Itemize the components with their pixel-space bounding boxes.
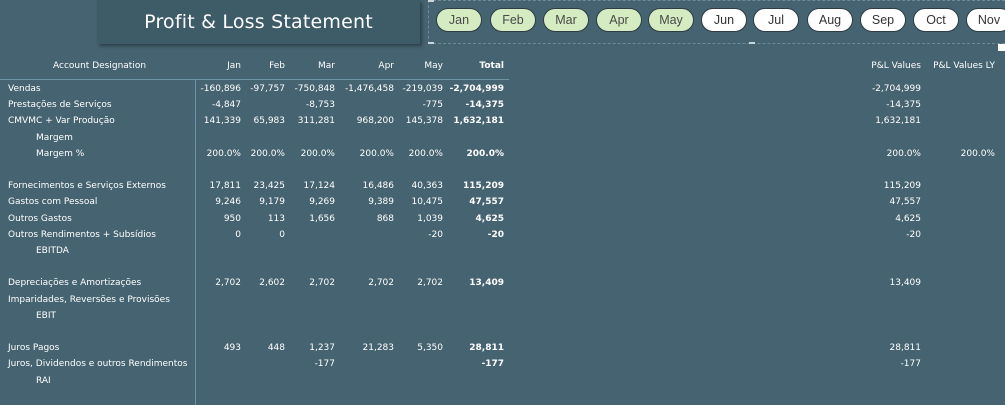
row-label: EBIT [36,311,57,321]
matrix-cell: -775 [422,100,443,110]
column-header-mar[interactable]: Mar [275,61,335,72]
pl-value-cell: 47,557 [889,197,922,207]
matrix-cell: 17,124 [303,181,336,191]
pl-column-header[interactable]: P&L Values [841,61,921,72]
pl-value-cell: -2,704,999 [871,84,921,94]
matrix-cell: 2,702 [309,278,335,288]
matrix-cell: 0 [279,230,285,240]
month-slicer-may[interactable]: May [648,8,694,32]
matrix-cell: 200.0% [408,149,443,159]
pl-value-cell: -20 [906,230,921,240]
matrix-cell: -4,847 [211,100,241,110]
row-label: Margem % [36,149,85,159]
month-slicer-nov[interactable]: Nov [966,8,1005,32]
month-slicer-feb[interactable]: Feb [490,8,536,32]
pl-value-cell: -14,375 [886,100,921,110]
pl-value-cell: 200.0% [886,149,921,159]
matrix-total-cell: 115,209 [463,181,504,191]
matrix-total-cell: 4,625 [475,214,504,224]
matrix-total-cell: 13,409 [469,278,504,288]
pl-value-cell: 4,625 [895,214,921,224]
row-label: Fornecimentos e Serviços Externos [8,181,166,191]
row-label: Outros Gastos [8,214,72,224]
matrix-cell: 1,237 [309,343,335,353]
column-header-may[interactable]: May [383,61,443,72]
matrix-total-cell: -177 [481,359,504,369]
matrix-cell: 2,702 [417,278,443,288]
slicer-corner [428,0,434,2]
pl-value-cell: 28,811 [889,343,922,353]
matrix-cell: 200.0% [300,149,335,159]
matrix-row-header-divider [195,79,196,405]
matrix-cell: 1,039 [417,214,443,224]
month-slicer-jun[interactable]: Jun [701,8,747,32]
month-slicer-jul[interactable]: Jul [753,8,799,32]
matrix-total-cell: 200.0% [466,149,505,159]
row-label: CMVMC + Var Produção [8,116,115,126]
matrix-cell: 145,378 [405,116,443,126]
resize-handle[interactable] [998,44,1005,51]
matrix-cell: -750,848 [294,84,335,94]
matrix-cell: -8,753 [305,100,335,110]
matrix-cell: -177 [314,359,335,369]
pl-value-cell: 200.0% [960,149,995,159]
row-label: Juros, Dividendos e outros Rendimentos [8,359,188,369]
matrix-header-divider [0,79,509,80]
row-label: Vendas [8,84,41,94]
matrix-cell: -219,039 [402,84,443,94]
report-title-banner: Profit & Loss Statement [97,0,420,44]
matrix-total-cell: -14,375 [465,100,504,110]
matrix-total-cell: -2,704,999 [449,84,504,94]
pl-value-cell: -177 [900,359,921,369]
matrix-total-cell: 1,632,181 [453,116,504,126]
column-header-total[interactable]: Total [444,61,504,72]
row-label: Outros Rendimentos + Subsídios [8,230,156,240]
pl-column-header[interactable]: P&L Values LY [915,61,995,72]
pl-value-cell: 115,209 [883,181,921,191]
slicer-corner [749,42,755,44]
row-label: Depreciações e Amortizações [8,278,142,288]
matrix-cell: 311,281 [297,116,335,126]
row-label: Margem [36,133,73,143]
pl-value-cell: 13,409 [889,278,922,288]
matrix-total-cell: 47,557 [469,197,504,207]
month-slicer-mar[interactable]: Mar [543,8,589,32]
row-label: Prestações de Serviços [8,100,112,110]
matrix-cell: 1,656 [309,214,335,224]
row-label: Gastos com Pessoal [8,197,98,207]
row-label: RAI [36,376,51,386]
matrix-cell: 40,363 [411,181,444,191]
month-slicer-jan[interactable]: Jan [436,8,482,32]
row-label: Imparidades, Reversões e Provisões [8,295,170,305]
report-title: Profit & Loss Statement [144,11,373,33]
pl-value-cell: 1,632,181 [875,116,921,126]
matrix-total-cell: 28,811 [469,343,504,353]
row-label: EBITDA [36,246,69,256]
matrix-cell: 9,269 [309,197,335,207]
month-slicer-sep[interactable]: Sep [860,8,906,32]
month-slicer-apr[interactable]: Apr [596,8,642,32]
matrix-cell: 10,475 [411,197,444,207]
row-label: Juros Pagos [8,343,60,353]
matrix-cell: -20 [428,230,443,240]
matrix-total-cell: -20 [487,230,504,240]
matrix-cell: 5,350 [417,343,443,353]
month-slicer-aug[interactable]: Aug [807,8,853,32]
month-slicer-oct[interactable]: Oct [913,8,959,32]
slicer-corner [428,42,434,44]
column-header-account[interactable]: Account Designation [53,61,146,72]
month-slicer: Jan Feb Mar Apr May Jun Jul Aug Sep Oct Nov [428,0,1005,44]
